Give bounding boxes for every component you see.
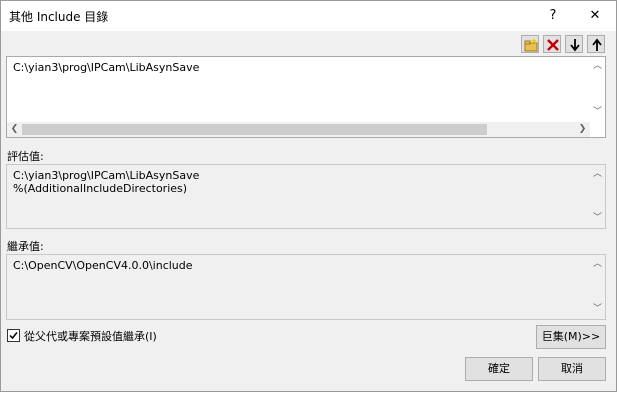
- cancel-button[interactable]: 取消: [538, 357, 606, 381]
- new-folder-icon: [524, 38, 538, 52]
- inherited-value-box: C:\OpenCV\OpenCV4.0.0\include ︿ ﹀: [6, 254, 606, 320]
- move-down-button[interactable]: [565, 35, 583, 53]
- editor-line[interactable]: C:\yian3\prog\IPCam\LibAsynSave: [13, 61, 199, 74]
- horizontal-scroll-thumb[interactable]: [22, 124, 487, 135]
- inherit-checkbox-label[interactable]: 從父代或專案預設值繼承(I): [24, 328, 157, 344]
- scroll-up-icon[interactable]: ︿: [590, 257, 605, 272]
- help-button[interactable]: ?: [533, 3, 573, 29]
- move-up-button[interactable]: [587, 35, 605, 53]
- inherited-value-label: 繼承值:: [7, 240, 44, 253]
- title-bar: 其他 Include 目錄 ? ✕: [1, 1, 616, 31]
- inherited-line: C:\OpenCV\OpenCV4.0.0\include: [13, 259, 193, 272]
- dialog-title: 其他 Include 目錄: [9, 10, 109, 24]
- delete-button[interactable]: [543, 35, 561, 53]
- checkmark-icon: [9, 332, 18, 340]
- arrow-down-icon: [570, 39, 580, 52]
- macros-button[interactable]: 巨集(M)>>: [536, 325, 606, 349]
- editor-horizontal-scrollbar[interactable]: ❮ ❯: [7, 122, 590, 137]
- evaluated-value-box: C:\yian3\prog\IPCam\LibAsynSave %(Additi…: [6, 164, 606, 229]
- scroll-up-icon[interactable]: ︿: [590, 167, 605, 182]
- inherited-vertical-scrollbar[interactable]: ︿ ﹀: [590, 255, 605, 319]
- evaluated-line: C:\yian3\prog\IPCam\LibAsynSave: [13, 169, 200, 182]
- scroll-right-icon[interactable]: ❯: [575, 122, 590, 137]
- evaluated-line: %(AdditionalIncludeDirectories): [13, 182, 188, 195]
- new-line-button[interactable]: [521, 35, 539, 53]
- inherit-checkbox[interactable]: [7, 329, 20, 342]
- scroll-down-icon[interactable]: ﹀: [590, 211, 605, 226]
- scroll-left-icon[interactable]: ❮: [7, 122, 22, 137]
- evaluated-value-label: 評估值:: [7, 150, 44, 163]
- delete-icon: [547, 39, 559, 51]
- include-directories-editor[interactable]: C:\yian3\prog\IPCam\LibAsynSave ︿ ﹀ ❮ ❯: [6, 56, 606, 138]
- arrow-up-icon: [592, 38, 602, 51]
- include-directories-dialog: 其他 Include 目錄 ? ✕ C:\yian3\prog\IPCam\Li…: [0, 0, 617, 392]
- ok-button[interactable]: 確定: [465, 357, 533, 381]
- scroll-up-icon[interactable]: ︿: [590, 59, 605, 74]
- evaluated-vertical-scrollbar[interactable]: ︿ ﹀: [590, 165, 605, 228]
- scroll-down-icon[interactable]: ﹀: [590, 105, 605, 120]
- scroll-down-icon[interactable]: ﹀: [590, 302, 605, 317]
- editor-vertical-scrollbar[interactable]: ︿ ﹀: [590, 57, 605, 137]
- close-button[interactable]: ✕: [575, 3, 615, 29]
